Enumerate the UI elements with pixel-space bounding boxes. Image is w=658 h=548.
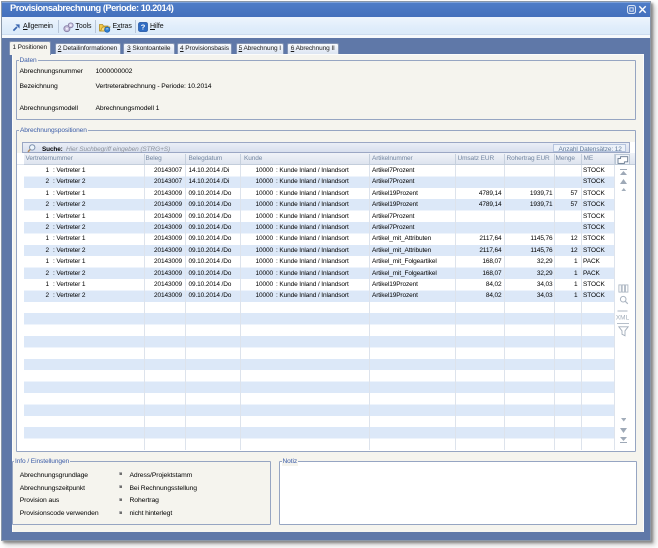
svg-text:XML: XML	[616, 315, 630, 322]
svg-text:?: ?	[141, 23, 146, 32]
